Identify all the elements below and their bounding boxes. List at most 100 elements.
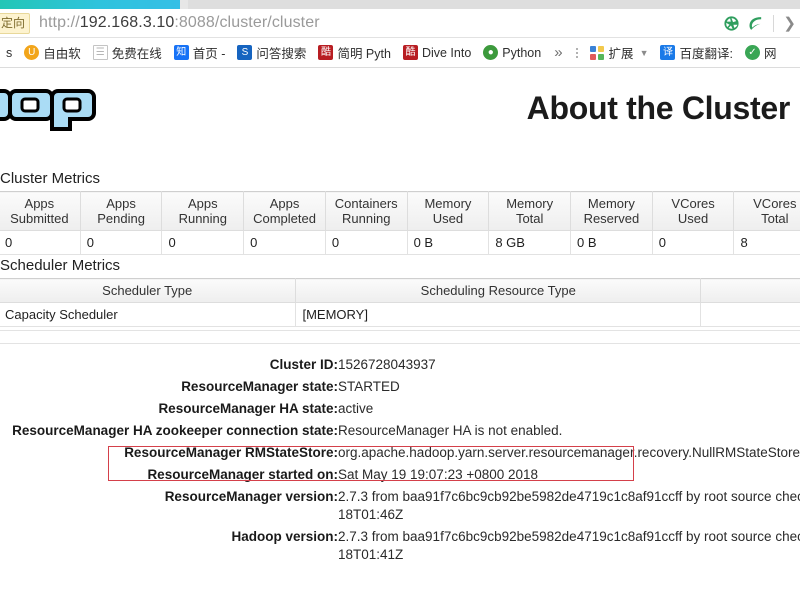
column-header: Minimum Allocation [700,278,800,303]
cluster-metrics-table-wrap: Apps Submitted Apps Pending Apps Running Apps C… [0,191,800,255]
table-row[interactable]: 000000 B8 GB0 B080 [0,230,800,255]
column-header: Scheduler Type [0,278,297,303]
column-header: Memory Total [488,191,572,231]
bookmark-item[interactable]: U 自由软 [18,41,87,64]
metric-value: 0 [651,230,735,255]
cluster-info-key: ResourceManager HA zookeeper connection … [12,423,338,438]
bookmark-item[interactable]: 酷 简明 Pyth [312,41,397,64]
bookmark-label: s [6,45,13,60]
scheduler-cell: Capacity Scheduler [0,302,297,327]
ku-icon: 酷 [318,45,334,60]
document-icon: ☰ [92,45,108,60]
active-tab[interactable] [0,0,180,9]
hadoop-logo[interactable] [0,81,106,139]
yarn-cluster-page: About the Cluster Cluster Metrics Apps Su… [0,68,800,592]
address-bar-divider [773,14,775,32]
bookmark-item[interactable]: 知 首页 - [168,41,232,64]
bookmark-item[interactable]: ☰ 免费在线 [87,41,168,64]
bookmark-label: Dive Into [421,45,472,60]
scheduler-cell: [MEMORY] [295,302,702,327]
cluster-info-key: Hadoop version: [231,529,338,544]
browser-tab-strip [0,0,800,9]
cluster-info-row: ResourceManager HA zookeeper connection … [0,420,800,442]
cluster-info-table: Cluster ID: 1526728043937 ResourceManager … [0,354,800,566]
column-header: Memory Reserved [570,191,653,231]
column-header: Apps Pending [79,191,163,231]
cluster-info-value: 2.7.3 from baa91f7c6bc9cb92be5982de4719c… [338,489,800,522]
cluster-info-value: 1526728043937 [338,357,436,372]
metric-value: 8 [733,230,800,255]
url-path: :8088/cluster/cluster [174,14,320,31]
more-options-icon[interactable] [570,47,584,58]
column-header: Apps Submitted [0,191,81,231]
metric-value: 8 GB [488,230,572,255]
metric-value: 0 [324,230,408,255]
metric-value: 0 B [406,230,490,255]
bookmark-item[interactable]: S 问答搜索 [231,41,312,64]
tab-gap [180,0,188,9]
cluster-info-key: ResourceManager started on: [147,467,338,482]
table-header-row: Scheduler TypeScheduling Resource TypeMi… [0,278,800,303]
bookmarks-bar[interactable]: s U 自由软 ☰ 免费在线 知 首页 - S 问答搜索 酷 简明 Pyth 酷… [0,38,800,68]
url-scheme: http:// [39,14,80,31]
u-circle-icon: U [24,45,40,60]
cluster-info-row: ResourceManager RMStateStore: org.apache.… [0,442,800,464]
table-row[interactable]: Capacity Scheduler[MEMORY]<memory:1024, … [0,302,800,327]
table-header-row: Apps Submitted Apps Pending Apps Running Apps C… [0,191,800,231]
zhi-icon: 知 [173,45,189,60]
extensions-label: 扩展 [608,47,634,61]
cluster-info-value: ResourceManager HA is not enabled. [338,423,563,438]
scheduler-cell: <memory:1024, vCores:1> [700,302,800,327]
bookmark-item[interactable]: ● Python [477,43,547,62]
extensions-button[interactable]: 扩展 ▼ [584,41,655,64]
cluster-info-value: 2.7.3 from baa91f7c6bc9cb92be5982de4719c… [338,529,800,562]
cluster-info-row: Hadoop version: 2.7.3 from baa91f7c6bc9cb… [0,526,800,566]
net-label: 网 [763,47,777,61]
sync-icon[interactable] [723,15,740,32]
bookmark-item[interactable]: s [0,44,18,62]
address-bar[interactable]: 定向 http://192.168.3.10:8088/cluster/clus… [0,9,800,38]
cluster-info-value: STARTED [338,379,400,394]
column-header: VCores Total [733,191,800,231]
column-header: Containers Running [324,191,408,231]
cluster-metrics-heading: Cluster Metrics [0,170,101,187]
cluster-info-row: ResourceManager started on: Sat May 19 19… [0,464,800,486]
net-shield-button[interactable]: ✓ 网 [739,41,783,64]
bookmark-label: 简明 Pyth [337,47,391,61]
leaf-icon[interactable] [747,15,764,32]
shield-icon: ✓ [744,45,760,60]
metric-value: 0 B [570,230,653,255]
bookmark-label: 问答搜索 [256,47,307,61]
column-header: Apps Running [161,191,245,231]
chevron-right-icon[interactable]: ❯ [783,16,796,31]
translate-button[interactable]: 译 百度翻译: [654,41,738,64]
scheduler-metrics-table-wrap: Scheduler TypeScheduling Resource TypeMi… [0,278,800,327]
redirect-badge: 定向 [0,12,31,34]
python-icon: ● [483,45,499,60]
cluster-info-row: ResourceManager state: STARTED [0,376,800,398]
column-header: Apps Completed [243,191,326,231]
column-header: Scheduling Resource Type [295,278,702,303]
bookmark-item[interactable]: 酷 Dive Into [397,43,477,62]
url-host: 192.168.3.10 [79,14,175,31]
cluster-info-key: Cluster ID: [269,357,338,372]
metric-value: 0 [243,230,326,255]
cluster-info-row: Cluster ID: 1526728043937 [0,354,800,376]
bookmark-label: 免费在线 [111,47,162,61]
metric-value: 0 [161,230,245,255]
column-header: VCores Used [651,191,735,231]
bookmark-label: Python [502,45,542,60]
column-header: Memory Used [406,191,490,231]
cluster-metrics-table: Apps Submitted Apps Pending Apps Running Apps C… [0,191,800,255]
chevron-down-icon[interactable]: ▼ [640,48,649,58]
cluster-info-key: ResourceManager HA state: [158,401,338,416]
bookmarks-overflow-button[interactable]: » [547,44,569,61]
address-bar-actions: ❯ [723,14,800,32]
ku-icon: 酷 [402,45,418,60]
cluster-info-value: org.apache.hadoop.yarn.server.resourcema… [338,445,800,460]
cluster-info-key: ResourceManager version: [164,489,338,504]
tab-strip-empty-area[interactable] [188,0,800,9]
metric-value: 0 [79,230,163,255]
url-text[interactable]: http://192.168.3.10:8088/cluster/cluster [39,14,320,32]
translate-icon: 译 [660,45,676,60]
